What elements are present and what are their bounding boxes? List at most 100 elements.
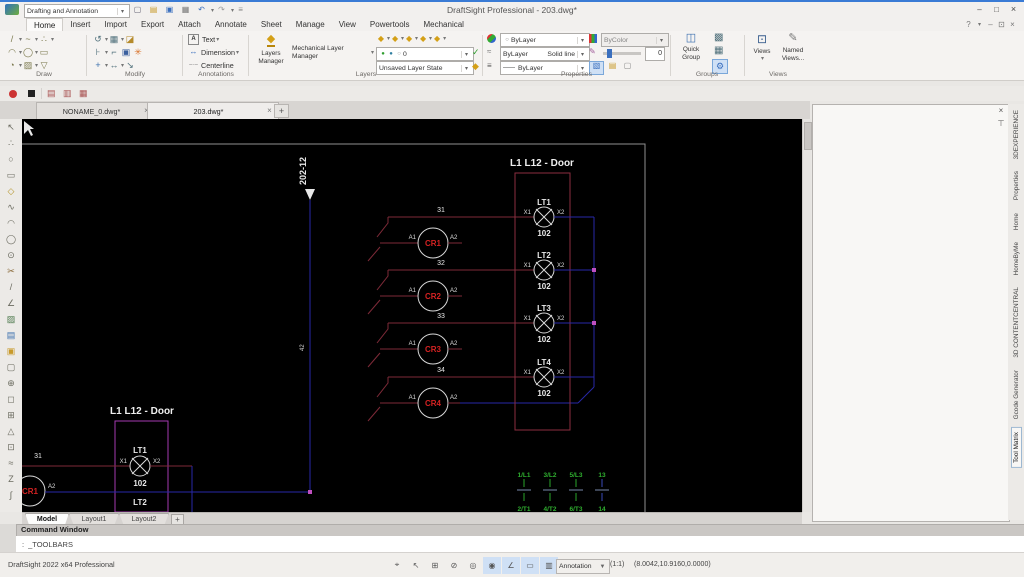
close-button[interactable]: × bbox=[1005, 5, 1022, 14]
palette-tab-3dcontentcentral[interactable]: 3D CONTENTCENTRAL bbox=[1012, 283, 1021, 362]
layer-check-icon[interactable]: ✓ bbox=[472, 48, 480, 57]
transparency-slider-handle[interactable] bbox=[607, 49, 612, 58]
circle-tool-button[interactable]: ◔ bbox=[6, 61, 18, 70]
selection-cursor-toggle[interactable]: ↖ bbox=[407, 557, 425, 574]
tool-button[interactable]: ✂ bbox=[3, 263, 19, 279]
tab-import[interactable]: Import bbox=[97, 18, 134, 31]
active-layer-combo[interactable]: ● ● ○ 0 ▾ bbox=[376, 47, 474, 61]
command-window-grip[interactable] bbox=[0, 524, 17, 552]
layer-tool-icon[interactable]: ◆ bbox=[390, 34, 400, 43]
linecolor-combo[interactable]: ○ ByLayer ▾ bbox=[500, 33, 590, 47]
tool-button[interactable]: ≈ bbox=[3, 455, 19, 471]
tool-button[interactable]: / bbox=[3, 279, 19, 295]
tool-button[interactable]: Z bbox=[3, 471, 19, 487]
tool-button[interactable]: ○ bbox=[3, 151, 19, 167]
tool-button[interactable]: ∿ bbox=[3, 199, 19, 215]
palette-tab-properties[interactable]: Properties bbox=[1012, 167, 1021, 204]
minimize-ribbon-icon[interactable]: – bbox=[985, 20, 996, 29]
chevron-down-icon[interactable]: ▾ bbox=[51, 36, 54, 43]
tool-button[interactable]: ▣ bbox=[3, 343, 19, 359]
tool-button[interactable]: ⊞ bbox=[3, 407, 19, 423]
drawing-canvas[interactable]: 202-12 42 31 CR1 A1 A2 32 CR2 A1 A2 33 C… bbox=[14, 119, 802, 513]
help-icon[interactable]: ? bbox=[963, 20, 974, 29]
chevron-down-icon[interactable]: ▾ bbox=[443, 35, 446, 42]
tab-mechanical[interactable]: Mechanical bbox=[416, 18, 470, 31]
tool-button[interactable]: △ bbox=[3, 423, 19, 439]
centerline-button[interactable]: –·– Centerline bbox=[188, 59, 234, 71]
annotation-scale-combo[interactable]: Annotation ▼ bbox=[556, 559, 610, 574]
snap-toggle[interactable]: ⌖ bbox=[388, 557, 406, 574]
doc-tab-203[interactable]: 203.dwg* × bbox=[147, 102, 279, 119]
entity-tracking-toggle[interactable]: ∠ bbox=[502, 556, 520, 574]
tab-sheet[interactable]: Sheet bbox=[254, 18, 289, 31]
lineweight-toggle[interactable]: ▭ bbox=[521, 556, 539, 574]
chevron-down-icon[interactable]: ▾ bbox=[216, 36, 219, 43]
stretch-tool-button[interactable]: ↘ bbox=[124, 61, 136, 70]
save-button[interactable]: ▣ bbox=[162, 2, 177, 19]
tool-button[interactable]: ⊕ bbox=[3, 375, 19, 391]
scale-tool-button[interactable]: ↔ bbox=[108, 61, 120, 70]
tab-view[interactable]: View bbox=[332, 18, 363, 31]
close-tab-icon[interactable]: × bbox=[265, 107, 274, 115]
tab-export[interactable]: Export bbox=[134, 18, 171, 31]
layer-tool-icon[interactable]: ◆ bbox=[376, 34, 386, 43]
palette-tab-home[interactable]: Home bbox=[1012, 209, 1021, 234]
canvas-scrollbar[interactable] bbox=[802, 119, 812, 512]
tool-button[interactable]: ∠ bbox=[3, 295, 19, 311]
undo-button[interactable]: ↶ bbox=[194, 2, 209, 19]
move-tool-button[interactable]: + bbox=[92, 61, 104, 70]
new-document-button[interactable]: ▢ bbox=[130, 2, 145, 19]
record-macro-button[interactable] bbox=[9, 90, 17, 98]
tool-button[interactable]: ⊙ bbox=[3, 247, 19, 263]
tool-button[interactable]: ▢ bbox=[3, 359, 19, 375]
group-button[interactable]: ▩ bbox=[714, 33, 723, 43]
tab-attach[interactable]: Attach bbox=[171, 18, 208, 31]
tab-manage[interactable]: Manage bbox=[289, 18, 332, 31]
doc-tab-noname[interactable]: NONAME_0.dwg* × bbox=[36, 102, 156, 119]
close-ribbon-icon[interactable]: × bbox=[1007, 20, 1018, 29]
layers-manager-button[interactable]: ◆ Layers Manager bbox=[252, 32, 290, 72]
close-palette-icon[interactable]: × bbox=[996, 107, 1006, 115]
entity-snap-toggle[interactable]: ◉ bbox=[483, 556, 501, 574]
scrollbar-thumb[interactable] bbox=[804, 122, 812, 150]
grid-toggle[interactable]: ⊞ bbox=[426, 557, 444, 574]
transparency-slider[interactable] bbox=[603, 49, 641, 58]
tab-home[interactable]: Home bbox=[26, 17, 64, 32]
tool-button[interactable]: ◇ bbox=[3, 183, 19, 199]
qat-customize-button[interactable]: ≡ bbox=[234, 2, 247, 19]
offset-tool-button[interactable]: ⌐ bbox=[108, 48, 120, 57]
views-button[interactable]: ⊡ Views ▾ bbox=[748, 32, 776, 72]
palette-tab-gcode-generator[interactable]: Gcode Generator bbox=[1012, 366, 1021, 423]
layer-state-icon[interactable]: ◆ bbox=[472, 62, 479, 71]
trim-tool-button[interactable]: ⊦ bbox=[92, 48, 104, 57]
dimension-button[interactable]: ↔ Dimension ▾ bbox=[188, 46, 239, 58]
rotate-tool-button[interactable]: ↺ bbox=[92, 35, 104, 44]
layer-tool-icon[interactable]: ◆ bbox=[404, 34, 414, 43]
ellipse-tool-button[interactable]: ◯ bbox=[22, 48, 34, 57]
tab-insert[interactable]: Insert bbox=[63, 18, 97, 31]
polyline-tool-button[interactable]: ~ bbox=[22, 35, 34, 44]
layer-tool-icon[interactable]: ◆ bbox=[418, 34, 428, 43]
expand-ribbon-icon[interactable]: ⊡ bbox=[996, 20, 1007, 29]
palette-tab-homebyme[interactable]: HomeByMe bbox=[1012, 238, 1021, 279]
workspace-selector[interactable]: Drafting and Annotation ▾ bbox=[24, 4, 130, 18]
arc-tool-button[interactable]: ◠ bbox=[6, 48, 18, 57]
quick-group-button[interactable]: ◫ Quick Group bbox=[675, 32, 707, 72]
macro-tool-button[interactable]: ▤ bbox=[47, 89, 56, 98]
mechanical-layer-manager-button[interactable]: Mechanical Layer Manager ▾ bbox=[292, 45, 374, 61]
redo-button[interactable]: ↷ bbox=[214, 2, 229, 19]
rectangle-tool-button[interactable]: ▭ bbox=[38, 48, 50, 57]
ortho-toggle[interactable]: ⊘ bbox=[445, 557, 463, 574]
command-input-line[interactable]: : _TOOLBARS bbox=[16, 536, 1024, 552]
tool-button[interactable]: ◯ bbox=[3, 231, 19, 247]
pattern-tool-button[interactable]: ▦ bbox=[108, 35, 120, 44]
tool-button[interactable]: ◠ bbox=[3, 215, 19, 231]
polar-tracking-toggle[interactable]: ◎ bbox=[464, 557, 482, 574]
point-tool-button[interactable]: ∴ bbox=[38, 35, 50, 44]
palette-tab-3dexperience[interactable]: 3DEXPERIENCE bbox=[1012, 106, 1021, 163]
bycolor-combo[interactable]: ByColor ▾ bbox=[601, 33, 669, 47]
open-button[interactable]: ▤ bbox=[146, 2, 161, 19]
tool-button[interactable]: ∫ bbox=[3, 487, 19, 503]
maximize-button[interactable]: □ bbox=[988, 5, 1005, 14]
tool-button[interactable]: ◻ bbox=[3, 391, 19, 407]
